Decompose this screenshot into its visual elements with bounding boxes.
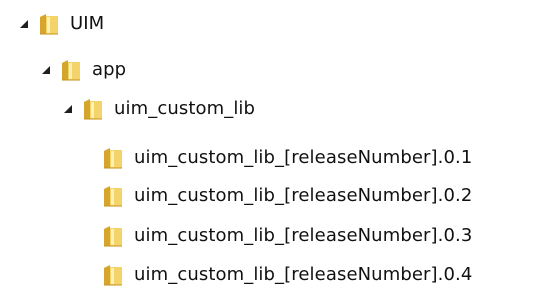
tree-node-label: UIM (70, 13, 105, 34)
folder-icon (102, 184, 124, 208)
tree-node-release-0-1[interactable]: uim_custom_lib_[releaseNumber].0.1 (102, 140, 472, 176)
folder-icon (102, 224, 124, 248)
tree-node-label: uim_custom_lib_[releaseNumber].0.1 (134, 147, 473, 168)
expanded-triangle-icon[interactable] (62, 103, 74, 115)
folder-icon (82, 97, 104, 121)
tree-node-release-0-4[interactable]: uim_custom_lib_[releaseNumber].0.4 (102, 257, 472, 293)
folder-icon (60, 58, 82, 82)
expanded-triangle-icon[interactable] (40, 64, 52, 76)
folder-icon (38, 12, 60, 36)
tree-node-label: app (92, 59, 127, 80)
tree-node-app[interactable]: app (40, 52, 126, 88)
tree-node-uim-custom-lib[interactable]: uim_custom_lib (62, 91, 255, 127)
tree-node-uim[interactable]: UIM (18, 6, 104, 42)
tree-node-release-0-2[interactable]: uim_custom_lib_[releaseNumber].0.2 (102, 178, 472, 214)
tree-node-label: uim_custom_lib (114, 98, 256, 119)
folder-icon (102, 146, 124, 170)
folder-tree: UIM app uim_custom_lib uim_custom_lib_[r… (0, 0, 536, 300)
tree-node-label: uim_custom_lib_[releaseNumber].0.2 (134, 185, 473, 206)
expanded-triangle-icon[interactable] (18, 18, 30, 30)
tree-node-release-0-3[interactable]: uim_custom_lib_[releaseNumber].0.3 (102, 218, 472, 254)
folder-icon (102, 263, 124, 287)
tree-node-label: uim_custom_lib_[releaseNumber].0.3 (134, 225, 473, 246)
tree-node-label: uim_custom_lib_[releaseNumber].0.4 (134, 264, 473, 285)
